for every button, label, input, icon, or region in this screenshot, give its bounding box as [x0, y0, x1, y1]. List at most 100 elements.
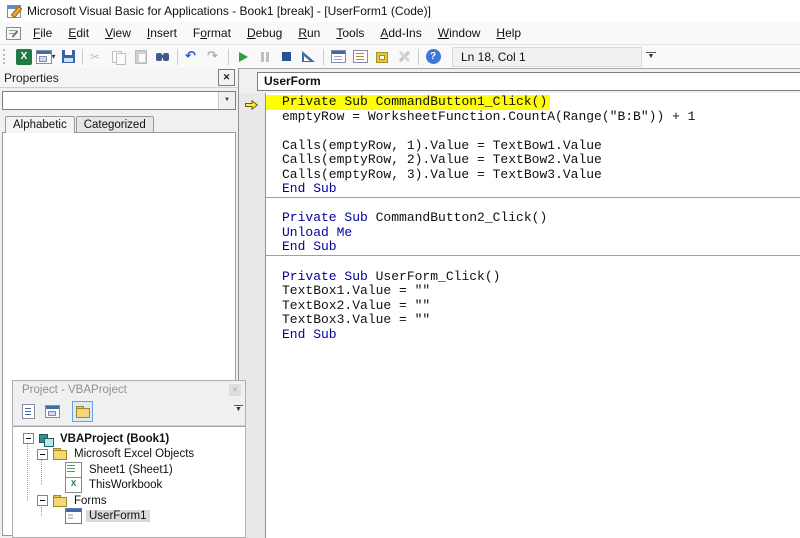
object-browser-button[interactable]	[371, 46, 393, 67]
code-keyword: End Sub	[282, 239, 337, 254]
window-title: Microsoft Visual Basic for Applications …	[27, 4, 431, 18]
toolbar-grip[interactable]	[3, 49, 9, 64]
view-microsoft-excel-button[interactable]	[13, 46, 35, 67]
reset-button[interactable]	[276, 46, 298, 67]
code-line-3	[266, 124, 800, 139]
expander-minus-icon[interactable]	[37, 449, 48, 460]
worksheet-icon	[65, 462, 82, 478]
title-bar: Microsoft Visual Basic for Applications …	[0, 0, 800, 22]
properties-title: Properties	[4, 71, 218, 85]
menu-item-format[interactable]: Format	[185, 24, 239, 42]
find-button[interactable]	[152, 46, 174, 67]
code-text-segment: Calls(emptyRow, 3).Value = TextBow3.Valu…	[282, 167, 602, 182]
redo-icon	[206, 49, 222, 65]
tree-item-sheet1-sheet1[interactable]: Sheet1 (Sheet1)	[13, 462, 245, 478]
project-title-bar: Project - VBAProject	[13, 381, 245, 398]
code-line-14: TextBox1.Value = ""	[266, 284, 800, 299]
menu-item-debug[interactable]: Debug	[239, 24, 290, 42]
menu-item-insert[interactable]: Insert	[139, 24, 185, 42]
undo-button[interactable]	[181, 46, 203, 67]
help-button[interactable]	[422, 46, 444, 67]
properties-title-bar: Properties	[0, 68, 238, 88]
menu-item-edit[interactable]: Edit	[60, 24, 97, 42]
toggle-folders-button[interactable]	[72, 401, 93, 422]
code-window-header: UserForm	[239, 68, 800, 94]
insert-userform-button[interactable]: ▾	[35, 46, 57, 67]
tab-alphabetic[interactable]: Alphabetic	[5, 116, 75, 133]
toolbar-separator	[323, 49, 324, 65]
menu-item-tools[interactable]: Tools	[328, 24, 372, 42]
vba-app-icon	[7, 5, 21, 18]
expander-minus-icon[interactable]	[37, 495, 48, 506]
undo-icon	[184, 49, 200, 65]
project-panel: Project - VBAProject ▼ VBAProject (Book1…	[12, 380, 246, 538]
tree-item-microsoft-excel-objects[interactable]: Microsoft Excel Objects	[13, 447, 245, 463]
menu-item-help[interactable]: Help	[488, 24, 529, 42]
code-line-5: Calls(emptyRow, 2).Value = TextBow2.Valu…	[266, 153, 800, 168]
current-statement-marker-icon[interactable]	[245, 97, 258, 115]
properties-object-selector[interactable]	[2, 91, 236, 110]
code-text-segment: TextBox2.Value = ""	[282, 298, 430, 313]
standard-toolbar: ▾ Ln 18, Col 1 ▼	[0, 45, 800, 69]
code-line-7: End Sub	[266, 182, 800, 197]
code-text-segment: TextBox1.Value = ""	[282, 283, 430, 298]
workbook-icon	[65, 477, 82, 493]
code-editor[interactable]: Private Sub CommandButton1_Click()emptyR…	[239, 93, 800, 538]
code-text: Private Sub CommandButton1_Click()emptyR…	[266, 95, 800, 538]
project-toolbar-buttons	[18, 401, 96, 422]
design-mode-button[interactable]	[298, 46, 320, 67]
tree-item-vbaproject-book1[interactable]: VBAProject (Book1)	[13, 431, 245, 447]
code-keyword: End Sub	[282, 181, 337, 196]
menu-item-add-ins[interactable]: Add-Ins	[372, 24, 429, 42]
tab-categorized[interactable]: Categorized	[76, 116, 154, 132]
object-dropdown[interactable]: UserForm	[257, 72, 800, 91]
code-keyword: Private Sub	[282, 94, 368, 109]
chevron-down-icon[interactable]	[218, 92, 235, 109]
tree-item-userform1[interactable]: UserForm1	[13, 509, 245, 525]
code-keyword: End Sub	[282, 327, 337, 342]
view-microsoft-excel-icon	[16, 49, 32, 65]
view-code-button[interactable]	[18, 401, 39, 422]
current-statement-highlight: Private Sub CommandButton1_Click()	[266, 95, 550, 110]
tree-item-forms[interactable]: Forms	[13, 493, 245, 509]
vbaproject-icon	[38, 432, 53, 446]
code-line-18	[266, 342, 800, 357]
run-sub-button[interactable]	[232, 46, 254, 67]
menu-item-view[interactable]: View	[97, 24, 139, 42]
code-keyword: Private Sub	[282, 210, 368, 225]
run-sub-icon	[235, 49, 251, 65]
view-object-button[interactable]	[42, 401, 63, 422]
paste-button	[130, 46, 152, 67]
code-line-2: emptyRow = WorksheetFunction.CountA(Rang…	[266, 110, 800, 125]
code-text-segment: UserForm_Click()	[368, 269, 501, 284]
code-line-10: Unload Me	[266, 226, 800, 241]
cut-button	[86, 46, 108, 67]
close-icon[interactable]	[229, 384, 241, 396]
save-button[interactable]	[57, 46, 79, 67]
code-text-segment: Calls(emptyRow, 2).Value = TextBow2.Valu…	[282, 152, 602, 167]
chevron-down-icon[interactable]: ▼	[234, 405, 243, 414]
code-window-system-icon[interactable]	[6, 27, 21, 40]
tree-item-thisworkbook[interactable]: ThisWorkbook	[13, 478, 245, 494]
properties-window-button[interactable]	[349, 46, 371, 67]
toolbar-overflow-icon[interactable]: ▼	[646, 52, 656, 61]
menu-bar-items: FileEditViewInsertFormatDebugRunToolsAdd…	[25, 24, 529, 42]
expander-minus-icon[interactable]	[23, 433, 34, 444]
tree-item-label: VBAProject (Book1)	[57, 433, 172, 445]
menu-item-file[interactable]: File	[25, 24, 60, 42]
object-dropdown-value: UserForm	[264, 74, 321, 88]
menu-bar: FileEditViewInsertFormatDebugRunToolsAdd…	[0, 22, 800, 45]
toolbar-separator	[177, 49, 178, 65]
code-window: UserForm Private Sub CommandButton1_Clic…	[239, 68, 800, 538]
toolbox-button	[393, 46, 415, 67]
project-explorer-button[interactable]	[327, 46, 349, 67]
code-text-segment: TextBox3.Value = ""	[282, 312, 430, 327]
code-text-segment: CommandButton1_Click()	[368, 94, 547, 109]
menu-item-window[interactable]: Window	[430, 24, 489, 42]
code-line-6: Calls(emptyRow, 3).Value = TextBow3.Valu…	[266, 168, 800, 183]
project-tree: VBAProject (Book1) Microsoft Excel Object…	[13, 426, 245, 537]
menu-item-run[interactable]: Run	[290, 24, 328, 42]
tree-item-label: ThisWorkbook	[86, 479, 165, 491]
toolbox-icon	[396, 49, 412, 65]
close-icon[interactable]	[218, 69, 235, 86]
